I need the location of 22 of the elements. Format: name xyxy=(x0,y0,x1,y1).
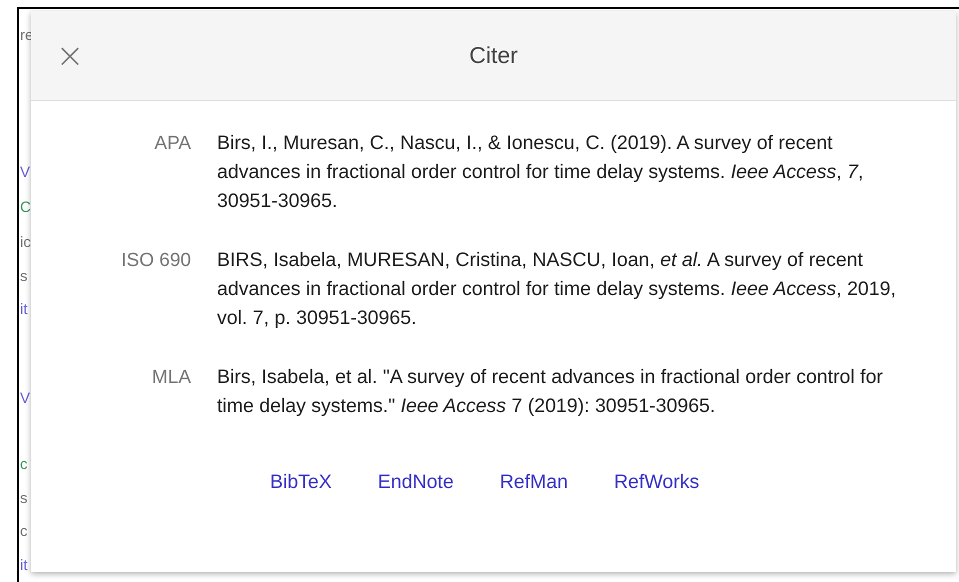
citation-style-label: ISO 690 xyxy=(120,249,191,273)
close-button[interactable]: × xyxy=(55,39,85,73)
background-text: c xyxy=(20,456,28,473)
background-text: V xyxy=(20,164,30,181)
background-text: V xyxy=(20,390,30,407)
export-link[interactable]: RefWorks xyxy=(614,471,700,494)
citation-text: Birs, Isabela, et al. "A survey of recent advances in fractional order control for time delay systems." Ieee Access 7 (2019): 30951-30965. xyxy=(217,365,884,419)
background-text: s xyxy=(20,490,28,507)
background-text: s xyxy=(20,268,28,285)
background-text: it xyxy=(20,301,28,318)
background-text: ic xyxy=(20,234,31,251)
background-text: it xyxy=(20,557,28,574)
background-text: C xyxy=(20,199,31,216)
citation-text: BIRS, Isabela, MURESAN, Cristina, NASCU, Ioan, et al. A survey of recent advances in fractional order control for time delay systems. Ieee Access, 2019, vol. 7, p. 30951-30965. xyxy=(217,248,897,331)
citation-style-label: APA xyxy=(153,132,191,156)
export-link[interactable]: BibTeX xyxy=(270,471,332,494)
export-link[interactable]: EndNote xyxy=(378,471,454,494)
dialog-title: Citer xyxy=(469,42,518,69)
citation-style-label: MLA xyxy=(150,366,191,390)
background-text: c xyxy=(20,523,28,540)
citation-text: Birs, I., Muresan, C., Nascu, I., & Ionescu, C. (2019). A survey of recent advances in fractional order control for time delay systems. Ieee Access, 7, 30951-30965. xyxy=(217,131,864,214)
export-link[interactable]: RefMan xyxy=(500,471,568,494)
